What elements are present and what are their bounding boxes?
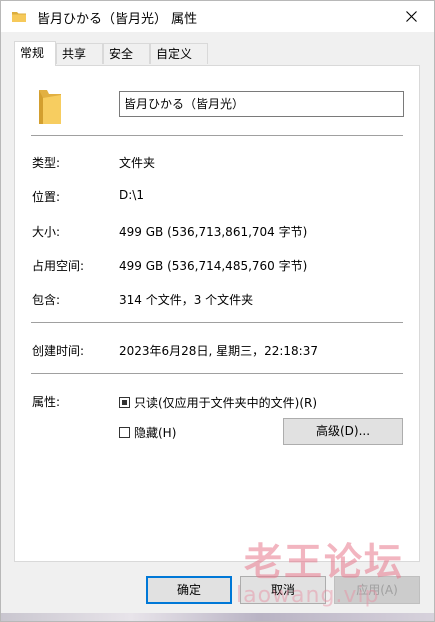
size-label: 大小:: [32, 225, 61, 239]
readonly-checkbox[interactable]: 只读(仅应用于文件夹中的文件)(R): [119, 394, 317, 411]
type-value: 文件夹: [119, 156, 156, 170]
readonly-checkbox-box[interactable]: [119, 397, 130, 408]
tab-sharing[interactable]: 共享: [56, 43, 103, 64]
folder-name-input[interactable]: 皆月ひかる（皆月光）: [119, 91, 404, 117]
readonly-checkbox-label: 只读(仅应用于文件夹中的文件)(R): [134, 396, 318, 410]
separator: [31, 373, 403, 374]
hidden-checkbox-box[interactable]: [119, 427, 130, 438]
contains-value: 314 个文件，3 个文件夹: [119, 293, 254, 307]
contains-label: 包含:: [32, 293, 61, 307]
advanced-button[interactable]: 高级(D)...: [283, 418, 403, 445]
properties-dialog: 皆月ひかる（皆月光） 属性 常规 共享 安全 自定义 皆月ひかる（皆月光） 类型…: [0, 0, 435, 622]
size-on-disk-label: 占用空间:: [32, 259, 85, 273]
general-panel: 皆月ひかる（皆月光） 类型: 文件夹 位置: D:\1 大小: 499 GB (…: [14, 65, 420, 562]
location-label: 位置:: [32, 190, 61, 204]
tab-general[interactable]: 常规: [14, 41, 56, 66]
apply-button[interactable]: 应用(A): [334, 576, 420, 604]
close-button[interactable]: [388, 1, 434, 32]
window-title: 皆月ひかる（皆月光） 属性: [37, 12, 198, 27]
type-label: 类型:: [32, 156, 61, 170]
size-value: 499 GB (536,713,861,704 字节): [119, 225, 308, 239]
separator: [31, 322, 403, 323]
folder-icon: [39, 90, 61, 124]
created-label: 创建时间:: [32, 344, 85, 358]
hidden-checkbox[interactable]: 隐藏(H): [119, 424, 176, 441]
hidden-checkbox-label: 隐藏(H): [134, 426, 177, 440]
attributes-label: 属性:: [32, 395, 61, 409]
tab-customize[interactable]: 自定义: [150, 43, 208, 64]
cancel-button[interactable]: 取消: [240, 576, 326, 604]
created-value: 2023年6月28日, 星期三，22:18:37: [119, 344, 318, 358]
ok-button[interactable]: 确定: [146, 576, 232, 604]
tab-security[interactable]: 安全: [103, 43, 150, 64]
size-on-disk-value: 499 GB (536,714,485,760 字节): [119, 259, 308, 273]
tab-bar: 常规 共享 安全 自定义: [1, 32, 434, 66]
folder-icon: [12, 12, 26, 22]
title-bar: 皆月ひかる（皆月光） 属性: [1, 1, 434, 32]
separator: [31, 135, 403, 136]
background-strip: [1, 613, 434, 621]
location-value: D:\1: [119, 188, 144, 202]
close-icon: [405, 11, 417, 22]
